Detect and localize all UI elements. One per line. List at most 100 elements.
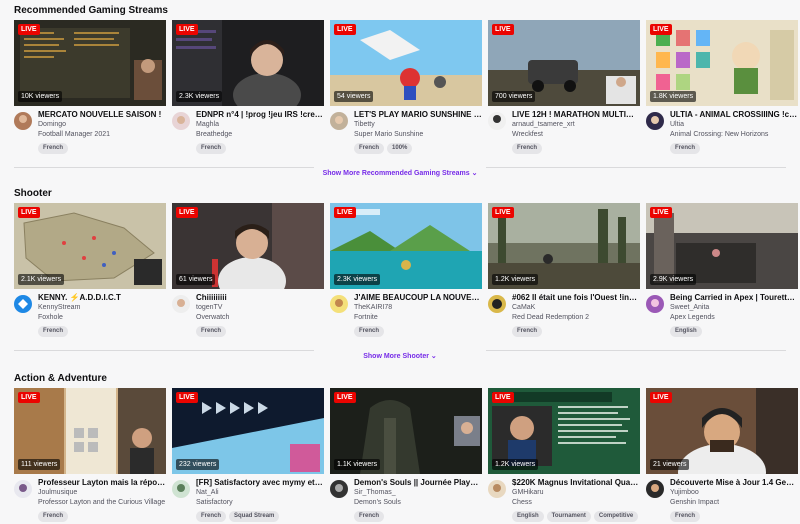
channel-name[interactable]: Maghla	[196, 120, 324, 130]
game-name[interactable]: Demon's Souls	[354, 498, 482, 508]
channel-name[interactable]: Joulmusique	[38, 488, 166, 498]
game-name[interactable]: Satisfactory	[196, 498, 324, 508]
stream-thumbnail[interactable]: LIVE 111 viewers	[14, 388, 166, 474]
stream-card[interactable]: LIVE 1.1K viewers Demon's Souls || Journ…	[330, 388, 482, 522]
stream-card[interactable]: LIVE 1.2K viewers $220K Magnus Invitatio…	[488, 388, 640, 522]
stream-thumbnail[interactable]: LIVE 1.2K viewers	[488, 203, 640, 289]
stream-thumbnail[interactable]: LIVE 21 viewers	[646, 388, 798, 474]
stream-title[interactable]: MERCATO NOUVELLE SAISON !	[38, 110, 166, 120]
stream-thumbnail[interactable]: LIVE 2.3K viewers	[172, 20, 324, 106]
game-name[interactable]: Red Dead Redemption 2	[512, 313, 640, 323]
game-name[interactable]: Professor Layton and the Curious Village	[38, 498, 166, 508]
game-name[interactable]: Apex Legends	[670, 313, 798, 323]
avatar[interactable]	[646, 480, 664, 498]
avatar[interactable]	[172, 295, 190, 313]
stream-card[interactable]: LIVE 54 viewers LET'S PLAY MARIO SUNSHIN…	[330, 20, 482, 154]
avatar[interactable]	[330, 295, 348, 313]
tag[interactable]: French	[196, 326, 227, 337]
game-name[interactable]: Animal Crossing: New Horizons	[670, 130, 798, 140]
stream-card[interactable]: LIVE 232 viewers [FR] Satisfactory avec …	[172, 388, 324, 522]
stream-thumbnail[interactable]: LIVE 10K viewers	[14, 20, 166, 106]
tag[interactable]: French	[38, 143, 69, 154]
stream-thumbnail[interactable]: LIVE 2.3K viewers	[330, 203, 482, 289]
game-name[interactable]: Overwatch	[196, 313, 324, 323]
stream-card[interactable]: LIVE 111 viewers Professeur Layton mais …	[14, 388, 166, 522]
tag[interactable]: French	[512, 326, 543, 337]
channel-name[interactable]: TheKAIRI78	[354, 303, 482, 313]
channel-name[interactable]: KennyStream	[38, 303, 166, 313]
tag[interactable]: French	[670, 143, 701, 154]
avatar[interactable]	[488, 295, 506, 313]
stream-title[interactable]: EDNPR n°4 | !prog !jeu IRS !createur !..…	[196, 110, 324, 120]
stream-title[interactable]: ULTIA - ANIMAL CROSSIIING !code !y...	[670, 110, 798, 120]
stream-card[interactable]: LIVE 2.3K viewers EDNPR n°4 | !prog !jeu…	[172, 20, 324, 154]
stream-title[interactable]: [FR] Satisfactory avec mymy et shishi	[196, 478, 324, 488]
channel-name[interactable]: Sir_Thomas_	[354, 488, 482, 498]
channel-name[interactable]: CaMaK	[512, 303, 640, 313]
avatar[interactable]	[172, 112, 190, 130]
tag[interactable]: Tournament	[546, 511, 591, 522]
channel-name[interactable]: Domingo	[38, 120, 166, 130]
stream-thumbnail[interactable]: LIVE 61 viewers	[172, 203, 324, 289]
channel-name[interactable]: Nat_Ali	[196, 488, 324, 498]
stream-thumbnail[interactable]: LIVE 1.8K viewers	[646, 20, 798, 106]
tag[interactable]: French	[38, 326, 69, 337]
game-name[interactable]: Football Manager 2021	[38, 130, 166, 140]
stream-card[interactable]: LIVE 700 viewers LIVE 12H ! MARATHON MUL…	[488, 20, 640, 154]
tag[interactable]: English	[670, 326, 702, 337]
tag[interactable]: French	[354, 326, 385, 337]
avatar[interactable]	[488, 112, 506, 130]
game-name[interactable]: Breathedge	[196, 130, 324, 140]
stream-card[interactable]: LIVE 10K viewers MERCATO NOUVELLE SAISON…	[14, 20, 166, 154]
stream-title[interactable]: Professeur Layton mais la réponse e...	[38, 478, 166, 488]
tag[interactable]: French	[354, 143, 385, 154]
stream-card[interactable]: LIVE 2.9K viewers Being Carried in Apex …	[646, 203, 798, 337]
stream-card[interactable]: LIVE 2.1K viewers KENNY. ⚡A.D.D.I.C.T Ke…	[14, 203, 166, 337]
stream-card[interactable]: LIVE 1.2K viewers #062 Il était une fois…	[488, 203, 640, 337]
avatar[interactable]	[14, 112, 32, 130]
game-name[interactable]: Fortnite	[354, 313, 482, 323]
stream-card[interactable]: LIVE 1.8K viewers ULTIA - ANIMAL CROSSII…	[646, 20, 798, 154]
channel-name[interactable]: arnaud_tsamere_xrt	[512, 120, 640, 130]
avatar[interactable]	[330, 480, 348, 498]
game-name[interactable]: Super Mario Sunshine	[354, 130, 482, 140]
stream-thumbnail[interactable]: LIVE 2.1K viewers	[14, 203, 166, 289]
stream-title[interactable]: KENNY. ⚡A.D.D.I.C.T	[38, 293, 166, 303]
tag[interactable]: French	[670, 511, 701, 522]
stream-title[interactable]: Demon's Souls || Journée PlayStatio...	[354, 478, 482, 488]
channel-name[interactable]: Sweet_Anita	[670, 303, 798, 313]
avatar[interactable]	[14, 295, 32, 313]
avatar[interactable]	[330, 112, 348, 130]
stream-card[interactable]: LIVE 61 viewers Chiiiiiiiii togenTV Over…	[172, 203, 324, 337]
stream-thumbnail[interactable]: LIVE 232 viewers	[172, 388, 324, 474]
avatar[interactable]	[646, 112, 664, 130]
tag[interactable]: French	[354, 511, 385, 522]
game-name[interactable]: Wreckfest	[512, 130, 640, 140]
stream-card[interactable]: LIVE 21 viewers Découverte Mise à Jour 1…	[646, 388, 798, 522]
stream-card[interactable]: LIVE 2.3K viewers J'AIME BEAUCOUP LA NOU…	[330, 203, 482, 337]
tag[interactable]: French	[512, 143, 543, 154]
avatar[interactable]	[646, 295, 664, 313]
avatar[interactable]	[172, 480, 190, 498]
tag[interactable]: 100%	[387, 143, 413, 154]
tag[interactable]: French	[196, 511, 227, 522]
show-more-button[interactable]: Show More Recommended Gaming Streams ⌄	[316, 169, 484, 179]
stream-title[interactable]: Découverte Mise à Jour 1.4 Genshin !	[670, 478, 798, 488]
tag[interactable]: French	[196, 143, 227, 154]
tag[interactable]: Squad Stream	[229, 511, 280, 522]
game-name[interactable]: Chess	[512, 498, 640, 508]
stream-title[interactable]: #062 Il était une fois l'Ouest !insta !s…	[512, 293, 640, 303]
stream-thumbnail[interactable]: LIVE 1.1K viewers	[330, 388, 482, 474]
stream-thumbnail[interactable]: LIVE 2.9K viewers	[646, 203, 798, 289]
stream-title[interactable]: $220K Magnus Invitational Quarterfi...	[512, 478, 640, 488]
channel-name[interactable]: Ultia	[670, 120, 798, 130]
stream-thumbnail[interactable]: LIVE 1.2K viewers	[488, 388, 640, 474]
avatar[interactable]	[14, 480, 32, 498]
show-more-button[interactable]: Show More Shooter ⌄	[357, 352, 443, 362]
stream-title[interactable]: Chiiiiiiiii	[196, 293, 324, 303]
tag[interactable]: French	[38, 511, 69, 522]
stream-title[interactable]: Being Carried in Apex | Tourette's Sy...	[670, 293, 798, 303]
stream-title[interactable]: J'AIME BEAUCOUP LA NOUVELLE SA...	[354, 293, 482, 303]
stream-title[interactable]: LIVE 12H ! MARATHON MULTIGAMIN...	[512, 110, 640, 120]
avatar[interactable]	[488, 480, 506, 498]
